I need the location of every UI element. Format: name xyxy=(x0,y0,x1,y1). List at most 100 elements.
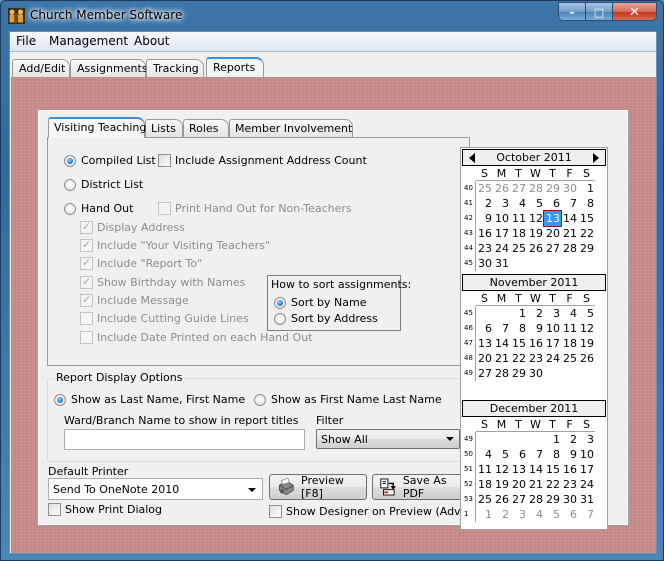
calendar-day[interactable]: 18 xyxy=(476,477,493,492)
calendar-day[interactable]: 13 xyxy=(476,336,493,351)
checkbox-include-message[interactable]: Include Message xyxy=(80,293,189,307)
calendar-day[interactable]: 17 xyxy=(493,226,510,241)
checkbox[interactable] xyxy=(80,256,93,270)
calendar-day[interactable]: 18 xyxy=(561,336,578,351)
calendar-day[interactable]: 25 xyxy=(561,351,578,366)
calendar-day[interactable]: 8 xyxy=(544,447,561,462)
calendar-day[interactable]: 23 xyxy=(561,477,578,492)
tab-assignments[interactable]: Assignments xyxy=(70,59,148,77)
calendar-day[interactable]: 9 xyxy=(476,211,493,226)
calendar-day[interactable]: 27 xyxy=(476,366,493,381)
radio-button[interactable] xyxy=(274,312,286,325)
calendar-day[interactable]: 6 xyxy=(544,196,561,211)
title-bar[interactable]: Church Member Software – □ ✕ xyxy=(1,1,663,31)
close-button[interactable]: ✕ xyxy=(613,3,656,20)
calendar-day[interactable]: 4 xyxy=(527,507,544,522)
calendar-day[interactable]: 18 xyxy=(510,226,527,241)
calendar-day[interactable]: 24 xyxy=(493,241,510,256)
calendar-day[interactable]: 6 xyxy=(510,447,527,462)
tab-tracking[interactable]: Tracking xyxy=(146,59,204,77)
radio-button[interactable] xyxy=(64,178,76,191)
calendar-day[interactable]: 7 xyxy=(493,321,510,336)
calendar-day[interactable]: 29 xyxy=(510,366,527,381)
radio-button[interactable] xyxy=(274,296,286,309)
calendar-day[interactable]: 29 xyxy=(544,492,561,507)
calendar-day[interactable]: 24 xyxy=(578,477,595,492)
calendar-day[interactable]: 28 xyxy=(527,492,544,507)
next-month-icon[interactable] xyxy=(593,153,599,163)
calendar-day[interactable]: 10 xyxy=(493,211,510,226)
radio-sort-by-address[interactable]: Sort by Address xyxy=(274,312,378,325)
calendar-day[interactable]: 30 xyxy=(561,181,578,196)
radio-last-first[interactable]: Show as Last Name, First Name xyxy=(54,393,245,406)
calendar-day[interactable]: 3 xyxy=(544,306,561,321)
checkbox[interactable] xyxy=(269,505,282,518)
calendar-day[interactable]: 30 xyxy=(527,366,544,381)
radio-first-last[interactable]: Show as First Name Last Name xyxy=(254,393,442,406)
tab-reports[interactable]: Reports xyxy=(206,57,264,77)
radio-button[interactable] xyxy=(254,393,266,406)
calendar-day[interactable]: 9 xyxy=(561,447,578,462)
calendar-day[interactable]: 16 xyxy=(561,462,578,477)
checkbox[interactable] xyxy=(80,312,93,325)
calendar-day[interactable]: 5 xyxy=(578,306,595,321)
radio-button[interactable] xyxy=(64,154,76,167)
calendar-day[interactable]: 23 xyxy=(476,241,493,256)
calendar-day[interactable]: 3 xyxy=(510,507,527,522)
calendar-day[interactable]: 21 xyxy=(561,226,578,241)
checkbox-report-to[interactable]: Include "Report To" xyxy=(80,256,202,270)
calendar-day[interactable]: 14 xyxy=(561,211,578,226)
menu-file[interactable]: File xyxy=(13,34,39,48)
prev-month-icon[interactable] xyxy=(469,153,475,163)
radio-button[interactable] xyxy=(64,202,76,215)
radio-button[interactable] xyxy=(54,393,66,406)
calendar-day[interactable]: 19 xyxy=(493,477,510,492)
calendar-day[interactable]: 11 xyxy=(476,462,493,477)
calendar-day[interactable]: 20 xyxy=(510,477,527,492)
checkbox[interactable] xyxy=(158,154,171,167)
checkbox[interactable] xyxy=(80,220,93,234)
checkbox[interactable] xyxy=(80,331,93,344)
calendar-day[interactable]: 28 xyxy=(561,241,578,256)
calendar-day[interactable]: 30 xyxy=(476,256,493,271)
radio-sort-by-name[interactable]: Sort by Name xyxy=(274,296,367,309)
tab-visiting-teaching[interactable]: Visiting Teaching xyxy=(48,117,146,138)
printer-dropdown[interactable]: Send To OneNote 2010 xyxy=(48,478,263,500)
calendar-day[interactable]: 7 xyxy=(527,447,544,462)
calendar-day[interactable]: 15 xyxy=(510,336,527,351)
calendar-day[interactable]: 14 xyxy=(493,336,510,351)
radio-hand-out[interactable]: Hand Out xyxy=(64,202,133,215)
calendar-day[interactable]: 16 xyxy=(527,336,544,351)
calendar-day[interactable]: 27 xyxy=(510,492,527,507)
calendar-day[interactable]: 2 xyxy=(561,432,578,447)
calendar-day[interactable]: 30 xyxy=(561,492,578,507)
tab-roles[interactable]: Roles xyxy=(183,119,229,137)
calendar-day[interactable]: 13 xyxy=(510,462,527,477)
minimize-button[interactable]: – xyxy=(559,3,586,20)
calendar-day[interactable]: 28 xyxy=(527,181,544,196)
checkbox-show-print-dialog[interactable]: Show Print Dialog xyxy=(48,503,162,516)
calendar-day[interactable]: 21 xyxy=(493,351,510,366)
calendar-day[interactable]: 1 xyxy=(476,507,493,522)
calendar-day[interactable]: 22 xyxy=(578,226,595,241)
calendar-day[interactable]: 15 xyxy=(578,211,595,226)
checkbox[interactable] xyxy=(80,293,93,307)
calendar-day[interactable]: 1 xyxy=(510,306,527,321)
calendar-day[interactable]: 27 xyxy=(544,241,561,256)
checkbox-your-visiting-teachers[interactable]: Include "Your Visiting Teachers" xyxy=(80,238,270,252)
checkbox-date-printed[interactable]: Include Date Printed on each Hand Out xyxy=(80,331,313,344)
calendar-day[interactable]: 25 xyxy=(476,181,493,196)
month-calendar[interactable]: October 2011 S M T W T F S 40 25 26 27 28 29 30 1 41 2 3 4 5… xyxy=(460,147,608,530)
radio-district-list[interactable]: District List xyxy=(64,178,143,191)
calendar-day[interactable]: 11 xyxy=(561,321,578,336)
maximize-button[interactable]: □ xyxy=(586,3,613,20)
menu-management[interactable]: Management xyxy=(46,34,131,48)
calendar-day[interactable]: 19 xyxy=(527,226,544,241)
calendar-day[interactable]: 8 xyxy=(510,321,527,336)
calendar-day[interactable]: 29 xyxy=(544,181,561,196)
calendar-day[interactable]: 15 xyxy=(544,462,561,477)
checkbox[interactable] xyxy=(48,503,61,516)
calendar-day[interactable]: 5 xyxy=(527,196,544,211)
calendar-day[interactable]: 26 xyxy=(578,351,595,366)
calendar-day-selected[interactable]: 13 xyxy=(543,210,562,227)
